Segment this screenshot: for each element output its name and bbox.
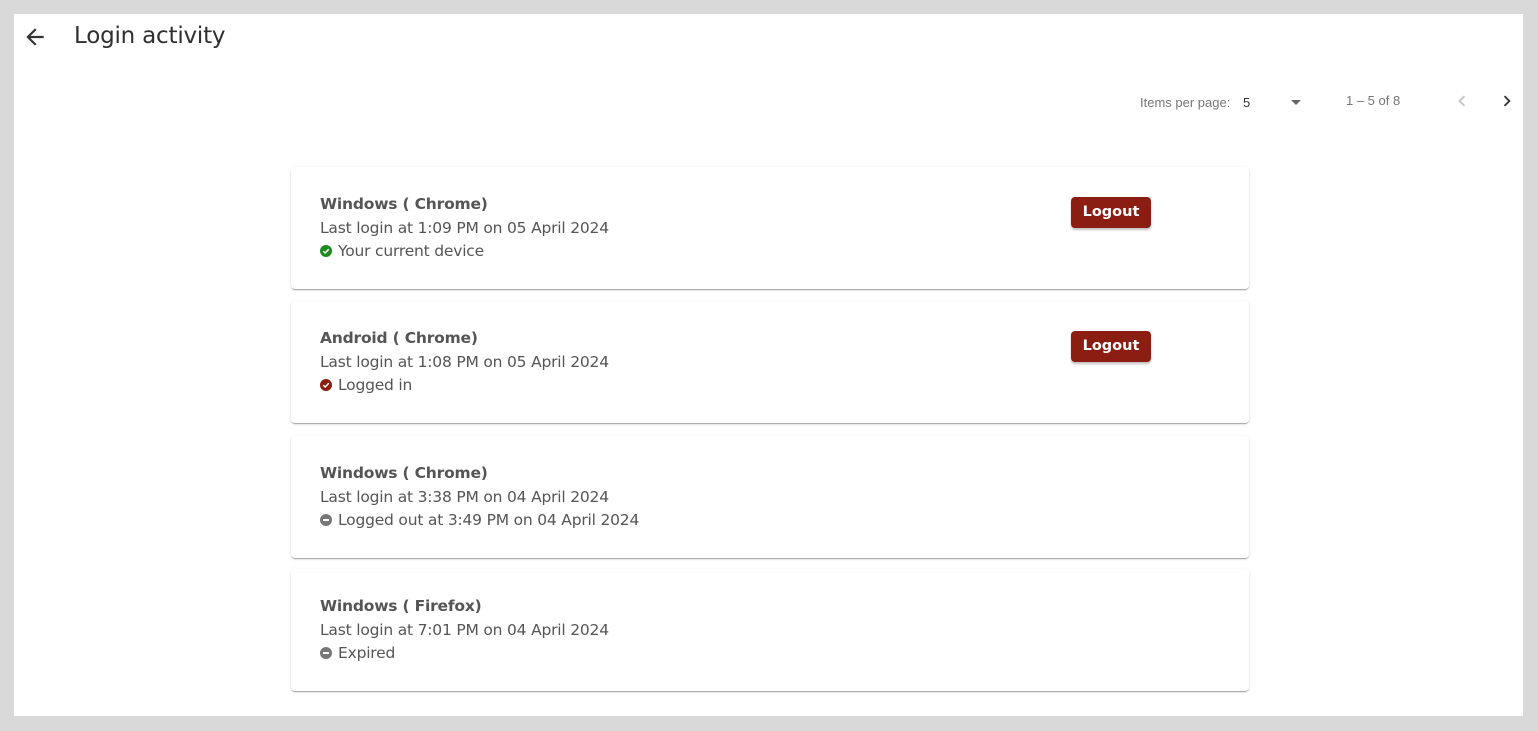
session-status: Logged in bbox=[320, 376, 412, 394]
check-circle-icon bbox=[320, 245, 332, 257]
chevron-right-icon bbox=[1503, 95, 1511, 107]
login-activity-page: Login activity Items per page: 5 1 – 5 o… bbox=[14, 14, 1523, 716]
page-title: Login activity bbox=[74, 23, 226, 49]
last-login-text: Last login at 1:09 PM on 05 April 2024 bbox=[320, 219, 609, 237]
minus-circle-icon bbox=[320, 514, 332, 526]
next-page-button[interactable] bbox=[1496, 90, 1518, 112]
status-text: Logged out at 3:49 PM on 04 April 2024 bbox=[338, 511, 640, 529]
last-login-text: Last login at 1:08 PM on 05 April 2024 bbox=[320, 353, 609, 371]
items-per-page-value: 5 bbox=[1243, 95, 1251, 110]
back-button[interactable] bbox=[22, 24, 48, 50]
logout-button[interactable]: Logout bbox=[1071, 197, 1151, 228]
session-card: Windows ( Firefox) Last login at 7:01 PM… bbox=[291, 569, 1249, 691]
arrow-left-icon bbox=[26, 28, 44, 46]
session-status: Expired bbox=[320, 644, 395, 662]
paginator: Items per page: 5 1 – 5 of 8 bbox=[14, 90, 1523, 114]
session-card: Android ( Chrome) Last login at 1:08 PM … bbox=[291, 301, 1249, 423]
minus-circle-icon bbox=[320, 647, 332, 659]
range-label: 1 – 5 of 8 bbox=[1346, 93, 1401, 108]
items-per-page-select[interactable]: 5 bbox=[1242, 92, 1306, 112]
last-login-text: Last login at 7:01 PM on 04 April 2024 bbox=[320, 621, 609, 639]
status-text: Your current device bbox=[338, 242, 484, 260]
device-name: Windows ( Chrome) bbox=[320, 464, 488, 482]
last-login-text: Last login at 3:38 PM on 04 April 2024 bbox=[320, 488, 609, 506]
session-status: Logged out at 3:49 PM on 04 April 2024 bbox=[320, 511, 639, 529]
previous-page-button[interactable] bbox=[1451, 90, 1473, 112]
chevron-left-icon bbox=[1458, 95, 1466, 107]
check-circle-icon bbox=[320, 379, 332, 391]
logout-button[interactable]: Logout bbox=[1071, 331, 1151, 362]
session-status: Your current device bbox=[320, 242, 484, 260]
session-card: Windows ( Chrome) Last login at 3:38 PM … bbox=[291, 436, 1249, 558]
device-name: Android ( Chrome) bbox=[320, 329, 478, 347]
items-per-page-label: Items per page: bbox=[1140, 95, 1231, 110]
status-text: Logged in bbox=[338, 376, 413, 394]
session-card: Windows ( Chrome) Last login at 1:09 PM … bbox=[291, 167, 1249, 289]
device-name: Windows ( Chrome) bbox=[320, 195, 488, 213]
device-name: Windows ( Firefox) bbox=[320, 597, 482, 615]
caret-down-icon bbox=[1291, 100, 1301, 105]
status-text: Expired bbox=[338, 644, 396, 662]
